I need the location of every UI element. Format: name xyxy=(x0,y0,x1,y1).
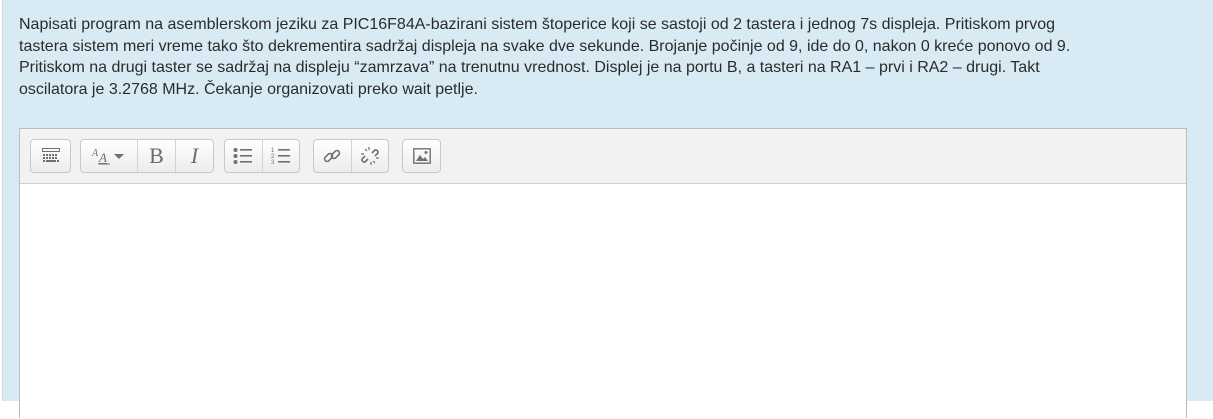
question-line-3: Pritiskom na drugi taster se sadržaj na … xyxy=(19,59,1040,76)
svg-text:A: A xyxy=(91,148,99,159)
question-line-2: tastera sistem meri vreme tako što dekre… xyxy=(19,37,1071,55)
bullet-list-icon xyxy=(233,147,253,165)
numbered-list-icon: 123 xyxy=(271,146,291,166)
question-line-4: oscilatora je 3.2768 MHz. Čekanje organi… xyxy=(19,80,478,98)
unlink-button[interactable] xyxy=(350,140,388,172)
svg-text:3: 3 xyxy=(271,160,275,166)
svg-text:A: A xyxy=(98,150,107,165)
font-style-dropdown-icon: A A xyxy=(91,146,127,166)
toolbar-group-media xyxy=(402,139,441,173)
link-button[interactable] xyxy=(314,140,351,172)
insert-image-button[interactable] xyxy=(403,140,440,172)
bold-label: B xyxy=(149,143,164,168)
bold-button[interactable]: B xyxy=(137,140,175,172)
font-style-dropdown-button[interactable]: A A xyxy=(81,140,137,172)
question-panel: Napisati program na asemblerskom jeziku … xyxy=(2,0,1213,419)
question-text: Napisati program na asemblerskom jeziku … xyxy=(19,14,1199,100)
italic-label: I xyxy=(190,143,199,168)
editor-content-area[interactable] xyxy=(20,184,1186,419)
link-icon xyxy=(322,146,342,166)
numbered-list-button[interactable]: 123 xyxy=(261,140,299,172)
italic-button[interactable]: I xyxy=(175,140,213,172)
answer-editor: A A B I 1 2 3 xyxy=(19,128,1187,419)
bullet-list-button[interactable] xyxy=(225,140,262,172)
toolbar-group-toggle xyxy=(30,139,71,173)
editor-toolbar: A A B I 1 2 3 xyxy=(20,129,1186,184)
toolbar-group-formatting: A A B I xyxy=(80,139,214,173)
toolbar-group-links xyxy=(313,139,389,173)
toolbar-group-lists: 123 xyxy=(224,139,300,173)
question-line-1: Napisati program na asemblerskom jeziku … xyxy=(19,16,1056,33)
unlink-icon xyxy=(360,146,380,166)
toolbar-toggle-icon xyxy=(41,148,60,164)
toolbar-toggle-button[interactable] xyxy=(31,140,70,172)
image-icon xyxy=(412,148,431,164)
